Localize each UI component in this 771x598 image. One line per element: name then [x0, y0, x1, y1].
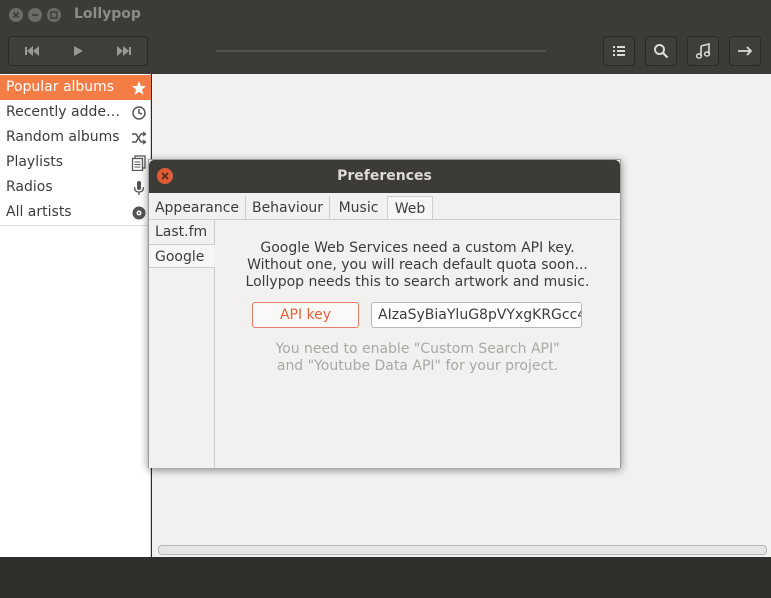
- google-panel: Google Web Services need a custom API ke…: [215, 220, 620, 468]
- app-title: Lollypop: [74, 6, 141, 22]
- toolbar: [0, 30, 771, 74]
- clock-icon: [132, 106, 146, 120]
- list-view-button[interactable]: [603, 36, 635, 66]
- bottom-bar: [0, 557, 771, 598]
- title-bar: Lollypop: [0, 0, 771, 30]
- message-line: Google Web Services need a custom API ke…: [260, 240, 575, 256]
- api-key-message: Google Web Services need a custom API ke…: [215, 240, 620, 291]
- play-button[interactable]: [55, 37, 101, 65]
- api-hint: You need to enable "Custom Search API" a…: [215, 341, 620, 375]
- sidebar-item-random-albums[interactable]: Random albums: [0, 125, 151, 150]
- sidebar-item-playlists[interactable]: Playlists: [0, 150, 151, 175]
- search-button[interactable]: [645, 36, 677, 66]
- hint-line: You need to enable "Custom Search API": [275, 341, 560, 357]
- sidebar-item-all-artists[interactable]: All artists: [0, 200, 151, 225]
- previous-button[interactable]: [9, 37, 55, 65]
- maximize-window-icon[interactable]: [47, 8, 61, 22]
- shuffle-icon: [132, 131, 147, 145]
- skip-forward-icon: [117, 46, 131, 56]
- progress-bar[interactable]: [216, 50, 546, 52]
- sidebar-item-radios[interactable]: Radios: [0, 175, 151, 200]
- tab-content: Last.fm Google Google Web Services need …: [149, 219, 620, 468]
- microphone-icon: [133, 181, 145, 195]
- document-icon: [131, 155, 146, 171]
- horizontal-scrollbar[interactable]: [158, 545, 767, 555]
- star-icon: [132, 81, 146, 95]
- sidebar-item-label: Random albums: [6, 129, 120, 145]
- sidebar-item-label: Playlists: [6, 154, 64, 170]
- sidebar-item-label: Recently added albums: [6, 104, 128, 120]
- message-line: Without one, you will reach default quot…: [247, 257, 588, 273]
- tab-appearance[interactable]: Appearance: [149, 196, 246, 220]
- tab-web[interactable]: Web: [387, 196, 433, 220]
- playback-controls: [8, 36, 148, 66]
- next-button[interactable]: [101, 37, 147, 65]
- hint-line: and "Youtube Data API" for your project.: [276, 358, 559, 374]
- close-window-icon[interactable]: [9, 8, 23, 22]
- tab-music[interactable]: Music: [330, 196, 387, 220]
- api-key-input[interactable]: AIzaSyBiaYluG8pVYxgKRGcc4: [371, 302, 582, 328]
- preferences-tabs: Appearance Behaviour Music Web: [149, 193, 620, 220]
- web-services-tabs: Last.fm Google: [149, 220, 215, 468]
- skip-back-icon: [25, 46, 39, 56]
- sidebar-item-label: Popular albums: [6, 79, 115, 95]
- arrow-right-icon: [738, 46, 753, 56]
- music-button[interactable]: [687, 36, 719, 66]
- sidebar-item-label: All artists: [6, 204, 72, 220]
- sidebar-divider: [0, 225, 151, 226]
- sidebar-item-label: Radios: [6, 179, 53, 195]
- tab-google[interactable]: Google: [149, 244, 215, 268]
- list-icon: [613, 46, 625, 56]
- message-line: Lollypop needs this to search artwork an…: [245, 274, 590, 290]
- sidebar-item-recently-added[interactable]: Recently added albums: [0, 100, 151, 125]
- forward-button[interactable]: [729, 36, 761, 66]
- api-key-button[interactable]: API key: [252, 302, 359, 328]
- sidebar-item-popular-albums[interactable]: Popular albums: [0, 75, 151, 100]
- sidebar: Popular albums Recently added albums Ran…: [0, 74, 151, 557]
- play-icon: [74, 46, 83, 56]
- tab-lastfm[interactable]: Last.fm: [149, 220, 215, 244]
- tab-behaviour[interactable]: Behaviour: [246, 196, 330, 220]
- preferences-dialog: Preferences Appearance Behaviour Music W…: [148, 159, 621, 468]
- music-note-icon: [695, 43, 711, 59]
- dialog-title-bar: Preferences: [149, 160, 620, 193]
- minimize-window-icon[interactable]: [28, 8, 42, 22]
- disc-icon: [132, 206, 146, 220]
- search-icon: [654, 44, 669, 59]
- dialog-title: Preferences: [337, 168, 432, 184]
